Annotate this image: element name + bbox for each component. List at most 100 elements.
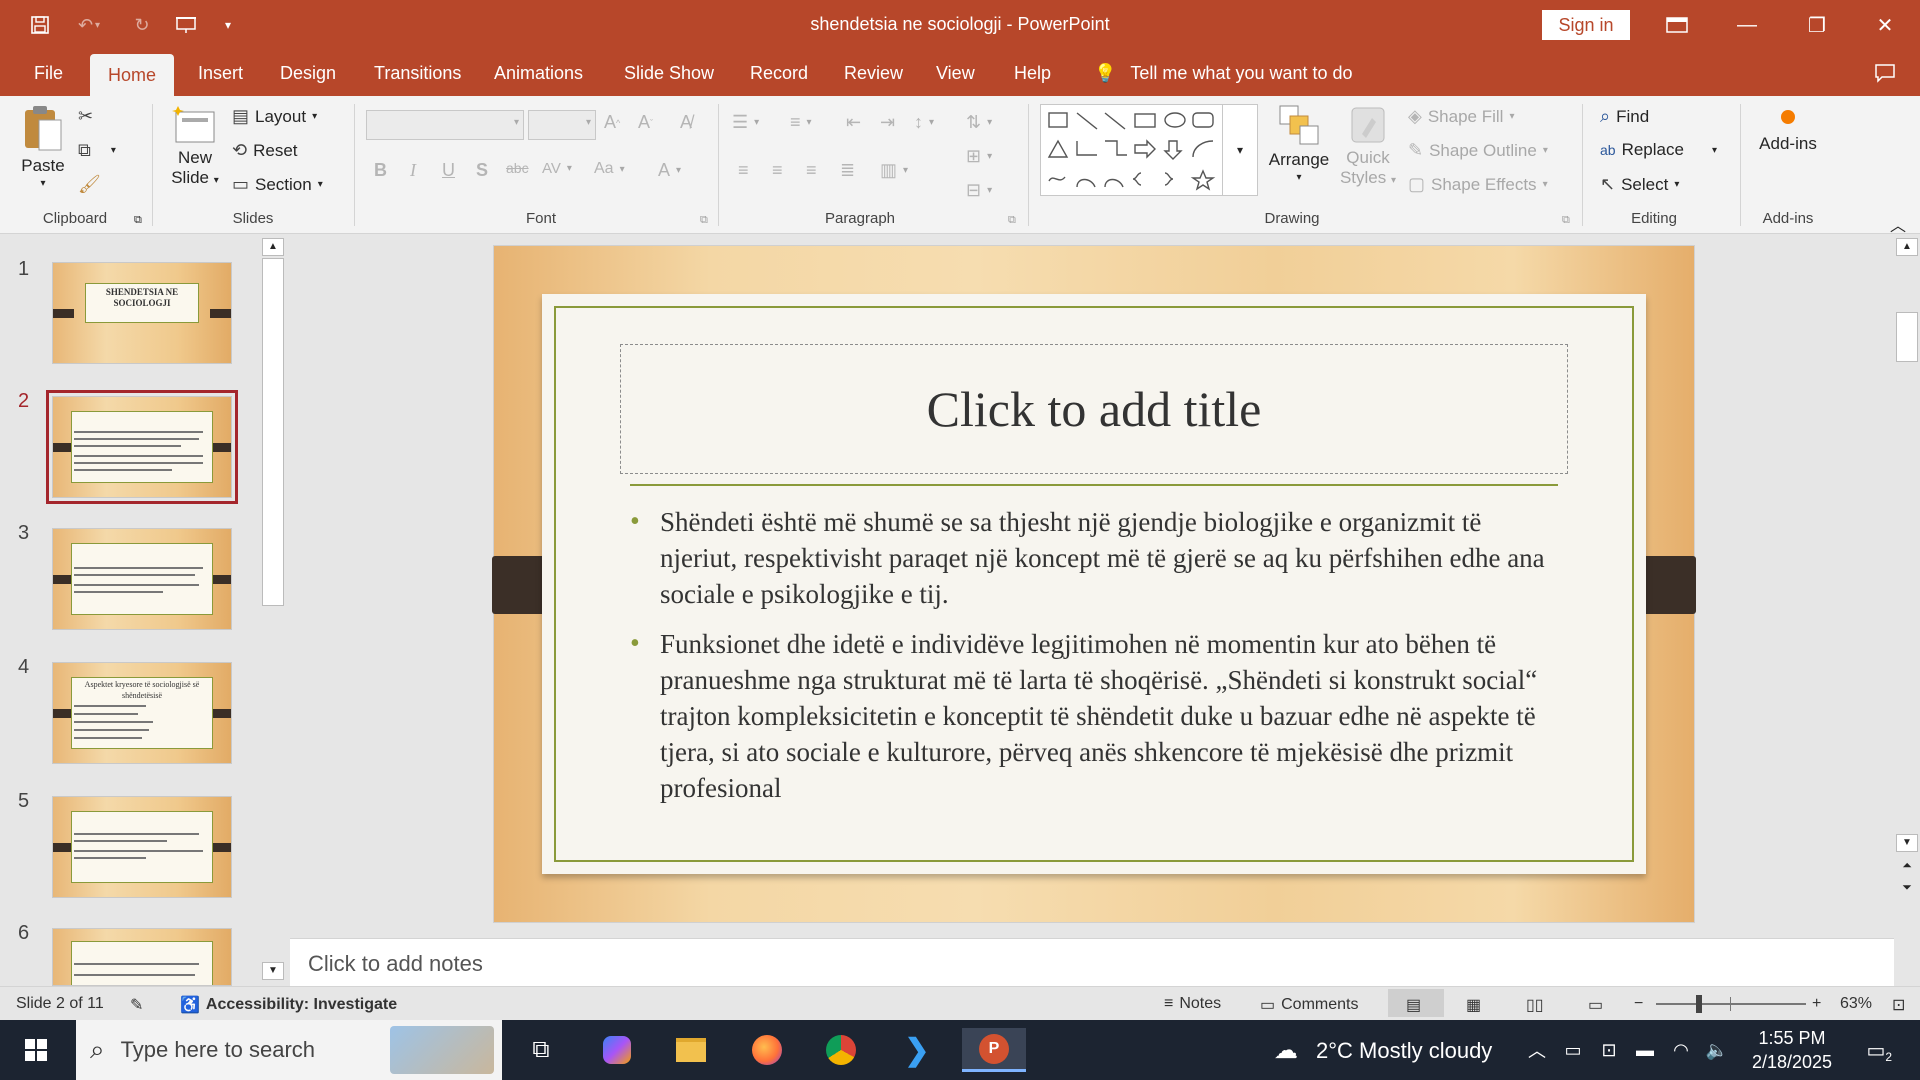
chrome-icon[interactable] — [814, 1028, 868, 1072]
find-button[interactable]: ⌕ Find — [1600, 106, 1649, 127]
replace-button[interactable]: ab Replace ▾ — [1600, 140, 1717, 160]
columns-icon[interactable]: ▥ ▾ — [880, 160, 908, 181]
add-ins-button[interactable]: Add-ins — [1750, 110, 1826, 154]
align-text-icon[interactable]: ⊞ ▾ — [966, 146, 992, 167]
next-slide-icon[interactable]: ⏷ — [1898, 880, 1916, 895]
tab-home[interactable]: Home — [90, 54, 175, 96]
tab-review[interactable]: Review — [840, 50, 907, 96]
change-case-icon[interactable]: Aa ▾ — [594, 160, 625, 178]
tab-insert[interactable]: Insert — [194, 50, 247, 96]
new-slide-button[interactable]: New Slide ▾ — [166, 104, 224, 188]
accessibility-button[interactable]: ♿ Accessibility: Investigate — [180, 995, 397, 1015]
tab-transitions[interactable]: Transitions — [370, 50, 465, 96]
reading-view-icon[interactable]: ▯▯ — [1526, 995, 1544, 1015]
slide-sorter-icon[interactable]: ▦ — [1466, 995, 1481, 1015]
line-spacing-icon[interactable]: ↕ ▾ — [914, 112, 934, 133]
arrange-button[interactable]: Arrange ▾ — [1266, 104, 1332, 183]
quick-styles-button[interactable]: Quick Styles ▾ — [1340, 104, 1396, 188]
close-icon[interactable]: ✕ — [1850, 0, 1920, 50]
shape-effects-button[interactable]: ▢ Shape Effects ▾ — [1408, 174, 1548, 195]
drawing-launcher-icon[interactable]: ⧉ — [1562, 214, 1570, 227]
display-icon[interactable]: ⊡ — [1592, 1028, 1626, 1072]
tab-slide-show[interactable]: Slide Show — [620, 50, 718, 96]
previous-slide-icon[interactable]: ⏶ — [1898, 858, 1916, 873]
character-spacing-icon[interactable]: AV ▾ — [542, 160, 572, 177]
slide-thumbnail-6[interactable] — [52, 928, 232, 986]
shapes-more-icon[interactable]: ▾ — [1222, 104, 1258, 196]
ribbon-display-options-icon[interactable] — [1642, 0, 1712, 50]
cut-icon[interactable]: ✂ — [78, 106, 93, 127]
scroll-down-icon[interactable]: ▼ — [262, 962, 284, 980]
minimize-icon[interactable]: — — [1712, 0, 1782, 50]
tab-view[interactable]: View — [932, 50, 979, 96]
weather-text[interactable]: 2°C Mostly cloudy — [1316, 1038, 1492, 1064]
clock-date[interactable]: 2/18/2025 — [1742, 1052, 1842, 1073]
justify-icon[interactable]: ≣ — [840, 160, 855, 181]
clock-time[interactable]: 1:55 PM — [1742, 1028, 1842, 1049]
tab-file[interactable]: File — [30, 50, 67, 96]
tab-record[interactable]: Record — [746, 50, 812, 96]
slide-thumbnail-4[interactable]: Aspektet kryesore të sociologjisë së shë… — [52, 662, 232, 764]
collapse-ribbon-icon[interactable]: ︿ — [1890, 212, 1906, 236]
slide-thumbnail-5[interactable] — [52, 796, 232, 898]
volume-icon[interactable]: 🔈 — [1700, 1028, 1734, 1072]
tab-design[interactable]: Design — [276, 50, 340, 96]
fit-to-window-icon[interactable]: ⊡ — [1892, 995, 1905, 1015]
scroll-up-icon[interactable]: ▲ — [262, 238, 284, 256]
font-color-icon[interactable]: A ▾ — [658, 160, 681, 181]
sign-in-button[interactable]: Sign in — [1542, 10, 1630, 40]
meet-now-icon[interactable]: ▭ — [1556, 1028, 1590, 1072]
powerpoint-taskbar-icon[interactable]: P — [962, 1028, 1026, 1072]
font-size-combo[interactable]: ▾ — [528, 110, 596, 140]
comments-button[interactable]: ▭ Comments — [1260, 995, 1358, 1015]
italic-icon[interactable]: I — [410, 160, 416, 181]
file-explorer-icon[interactable] — [664, 1028, 718, 1072]
text-direction-icon[interactable]: ⇅ ▾ — [966, 112, 992, 133]
bullets-icon[interactable]: ☰ ▾ — [732, 112, 759, 133]
battery-icon[interactable]: ▬ — [1628, 1028, 1662, 1072]
copy-icon[interactable]: ⧉ ▾ — [78, 140, 116, 161]
comments-icon[interactable] — [1870, 50, 1900, 96]
underline-icon[interactable]: U — [442, 160, 455, 181]
shapes-gallery[interactable] — [1040, 104, 1224, 196]
weather-cloud-icon[interactable]: ☁ — [1266, 1028, 1306, 1072]
strikethrough-icon[interactable]: abc — [506, 160, 529, 176]
bold-icon[interactable]: B — [374, 160, 387, 181]
zoom-level[interactable]: 63% — [1840, 995, 1872, 1013]
increase-indent-icon[interactable]: ⇥ — [880, 112, 895, 133]
slide-scrollbar[interactable]: ▲ ▼ ⏶ ⏷ — [1894, 234, 1920, 986]
scroll-thumb[interactable] — [1896, 312, 1918, 362]
thumbnail-scrollbar[interactable]: ▲ ▼ — [260, 234, 286, 986]
customize-qat-icon[interactable]: ▾ — [218, 12, 238, 38]
content-placeholder[interactable]: Shëndeti është më shumë se sa thjesht nj… — [630, 504, 1550, 820]
align-left-icon[interactable]: ≡ — [738, 160, 749, 181]
slide-thumbnail-3[interactable] — [52, 528, 232, 630]
select-button[interactable]: ↖ Select ▾ — [1600, 174, 1679, 195]
numbering-icon[interactable]: ≡ ▾ — [790, 112, 812, 133]
decrease-indent-icon[interactable]: ⇤ — [846, 112, 861, 133]
zoom-slider[interactable] — [1656, 1003, 1806, 1005]
clipboard-launcher-icon[interactable]: ⧉ — [134, 214, 142, 227]
tell-me-box[interactable]: 💡 Tell me what you want to do — [1090, 50, 1357, 96]
increase-font-icon[interactable]: A ^ — [604, 112, 620, 133]
spelling-icon[interactable]: ✎ — [130, 995, 143, 1015]
tab-animations[interactable]: Animations — [490, 50, 587, 96]
windows-start-icon[interactable] — [8, 1028, 64, 1072]
task-view-icon[interactable]: ⧉ — [514, 1028, 568, 1072]
paste-button[interactable]: Paste ▾ — [18, 104, 68, 189]
slide-show-view-icon[interactable]: ▭ — [1588, 995, 1603, 1015]
slide-canvas[interactable]: Click to add title Shëndeti është më shu… — [492, 246, 1696, 922]
paragraph-launcher-icon[interactable]: ⧉ — [1008, 214, 1016, 227]
zoom-in-icon[interactable]: + — [1812, 995, 1821, 1013]
decrease-font-icon[interactable]: Aˇ — [638, 112, 653, 133]
save-icon[interactable] — [26, 12, 54, 38]
firefox-icon[interactable] — [740, 1028, 794, 1072]
wifi-icon[interactable]: ◠ — [1664, 1028, 1698, 1072]
section-button[interactable]: ▭ Section ▾ — [232, 174, 323, 195]
font-name-combo[interactable]: ▾ — [366, 110, 524, 140]
shadow-icon[interactable]: S — [476, 160, 488, 181]
scroll-down-icon[interactable]: ▼ — [1896, 834, 1918, 852]
undo-icon[interactable]: ↶ ▾ — [70, 12, 108, 38]
align-center-icon[interactable]: ≡ — [772, 160, 783, 181]
notes-button[interactable]: ≡ Notes — [1164, 995, 1221, 1013]
